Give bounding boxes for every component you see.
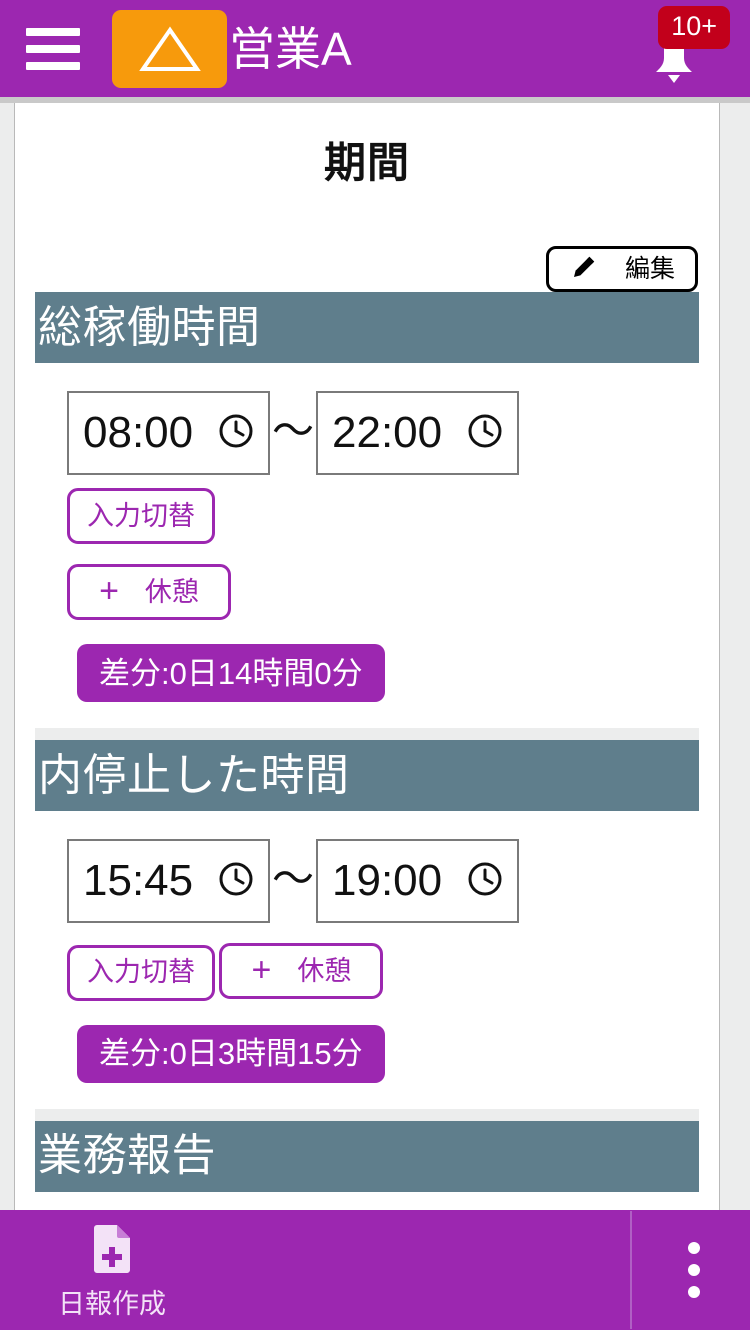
end-time-input[interactable]: 22:00 xyxy=(316,391,520,475)
triangle-logo-icon[interactable] xyxy=(112,9,227,88)
notification-button[interactable]: 10+ xyxy=(642,5,730,84)
plus-icon: + xyxy=(99,572,119,610)
hamburger-bar xyxy=(26,44,80,53)
section-title: 内停止した時間 xyxy=(38,750,350,800)
add-break-button[interactable]: + 休憩 xyxy=(219,943,384,999)
kebab-menu-icon[interactable] xyxy=(666,1225,722,1315)
card-divider xyxy=(35,1108,699,1121)
end-time-value: 19:00 xyxy=(332,856,443,905)
section-header: 業務報告 xyxy=(35,1120,699,1192)
difference-badge[interactable]: 差分:0日14時間0分 xyxy=(77,644,385,702)
section-card-stopped-hours: 内停止した時間 15:45 〜 19:00 入力切替 + 休憩 差分:0日3時間… xyxy=(35,740,699,1109)
input-mode-toggle-label: 入力切替 xyxy=(87,500,195,531)
time-range-row: 08:00 〜 22:00 xyxy=(67,391,699,475)
start-time-input[interactable]: 15:45 xyxy=(67,839,270,923)
top-app-bar: 営業A 10+ xyxy=(0,0,750,97)
app-screen: 営業A 10+ 期間 編集 総稼働時間 08:00 〜 22:00 入力切替 +… xyxy=(0,0,750,1330)
clock-icon xyxy=(467,413,503,454)
clock-icon xyxy=(467,861,503,902)
clock-icon xyxy=(218,413,254,454)
input-mode-toggle-button[interactable]: 入力切替 xyxy=(67,488,215,544)
section-body: 15:45 〜 19:00 入力切替 + 休憩 差分:0日3時間15分 xyxy=(35,811,699,1109)
bottom-bar-divider xyxy=(630,1211,632,1329)
section-card-business-report: 業務報告 xyxy=(35,1120,699,1211)
edit-button-label: 編集 xyxy=(624,254,675,283)
hamburger-menu-icon[interactable] xyxy=(26,27,80,71)
end-time-input[interactable]: 19:00 xyxy=(316,839,520,923)
add-break-label: 休憩 xyxy=(297,955,352,986)
add-break-label: 休憩 xyxy=(144,576,199,607)
start-time-input[interactable]: 08:00 xyxy=(67,391,270,475)
section-header: 総稼働時間 xyxy=(35,292,699,363)
section-header: 内停止した時間 xyxy=(35,740,699,811)
hamburger-bar xyxy=(26,61,80,70)
kebab-dot xyxy=(688,1242,700,1254)
section-title: 業務報告 xyxy=(38,1131,216,1180)
app-title: 営業A xyxy=(229,22,352,75)
plus-icon: + xyxy=(251,951,272,989)
card-divider xyxy=(35,728,699,740)
section-title: 総稼働時間 xyxy=(38,302,261,352)
time-range-row: 15:45 〜 19:00 xyxy=(67,839,699,923)
pencil-icon xyxy=(569,252,599,287)
input-mode-toggle-button[interactable]: 入力切替 xyxy=(67,944,215,1001)
hamburger-bar xyxy=(26,27,80,36)
kebab-dot xyxy=(688,1264,700,1276)
notification-badge: 10+ xyxy=(658,5,730,49)
clock-icon xyxy=(218,861,254,902)
add-break-button[interactable]: + 休憩 xyxy=(67,564,231,620)
start-time-value: 08:00 xyxy=(83,408,194,457)
page-content[interactable]: 期間 編集 総稼働時間 08:00 〜 22:00 入力切替 + 休憩 差分:0… xyxy=(14,103,720,1210)
section-body: 08:00 〜 22:00 入力切替 + 休憩 差分:0日14時間0分 xyxy=(35,363,699,728)
start-time-value: 15:45 xyxy=(83,856,194,905)
toolbar-row: 編集 xyxy=(15,246,719,292)
document-add-icon xyxy=(88,1222,136,1281)
time-range-separator: 〜 xyxy=(272,855,315,902)
kebab-dot xyxy=(688,1286,700,1298)
input-mode-toggle-label: 入力切替 xyxy=(87,957,195,987)
edit-button[interactable]: 編集 xyxy=(546,246,698,292)
difference-badge[interactable]: 差分:0日3時間15分 xyxy=(77,1024,385,1083)
time-range-separator: 〜 xyxy=(272,407,315,454)
bottom-action-bar: 日報作成 xyxy=(0,1210,750,1330)
section-card-total-hours: 総稼働時間 08:00 〜 22:00 入力切替 + 休憩 差分:0日14時間0… xyxy=(35,292,699,728)
create-daily-report-button[interactable]: 日報作成 xyxy=(32,1222,192,1318)
section-body xyxy=(35,1192,699,1211)
end-time-value: 22:00 xyxy=(332,408,443,457)
create-daily-report-label: 日報作成 xyxy=(58,1289,166,1319)
page-title: 期間 xyxy=(323,139,410,186)
